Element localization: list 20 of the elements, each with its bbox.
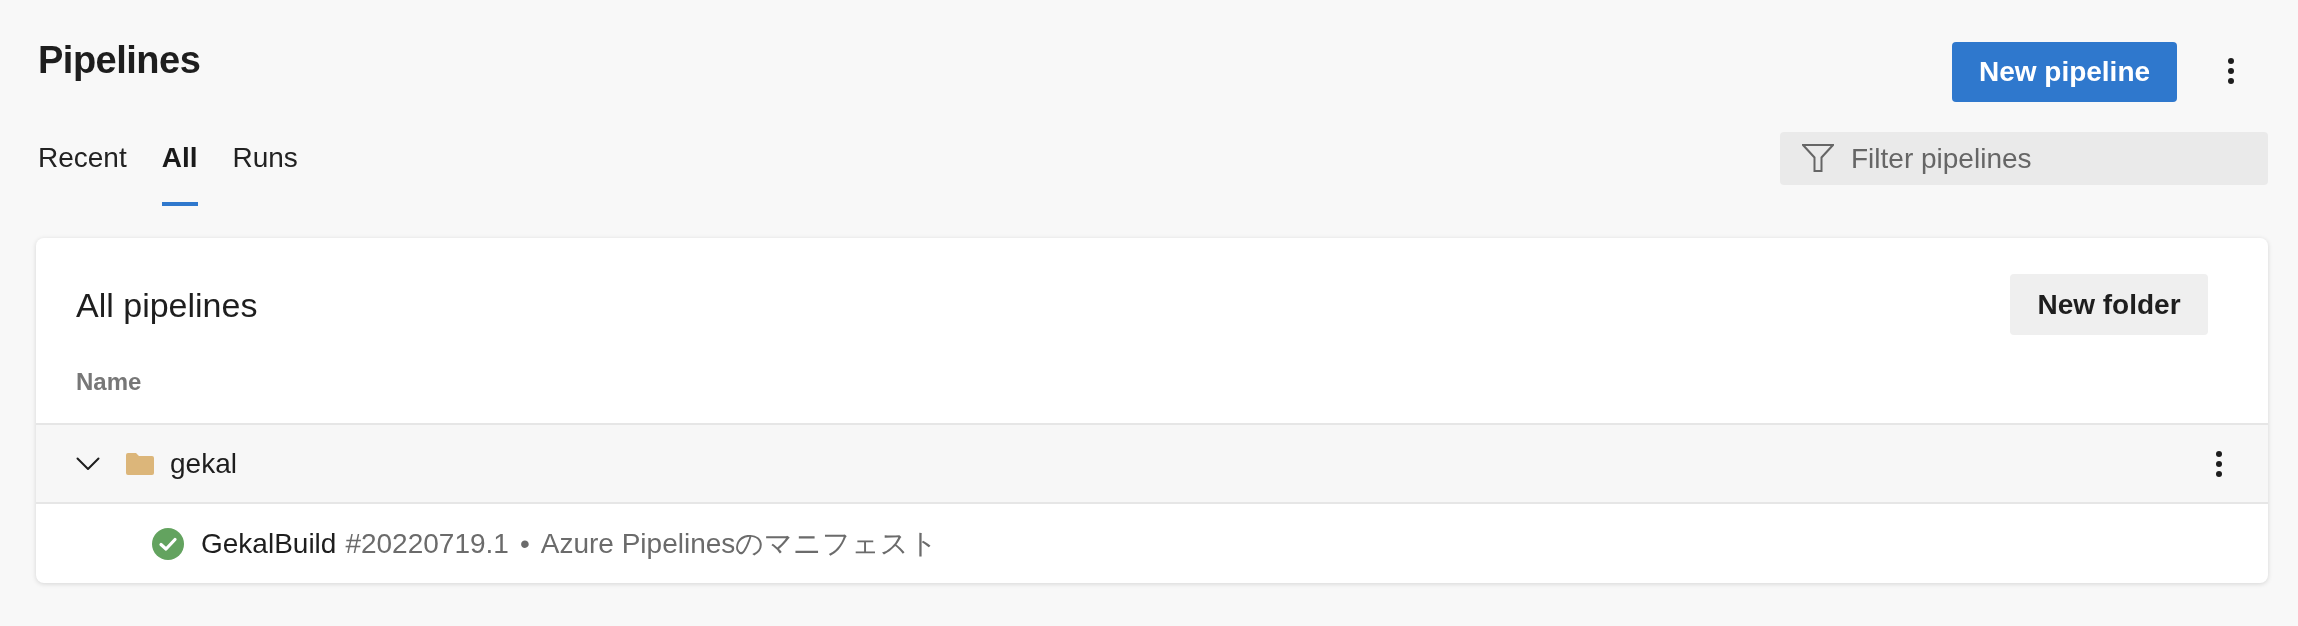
new-pipeline-button[interactable]: New pipeline (1952, 42, 2177, 102)
filter-icon (1802, 144, 1834, 172)
more-options-icon[interactable] (2216, 450, 2222, 477)
folder-row[interactable]: gekal (36, 423, 2268, 502)
new-folder-button[interactable]: New folder (2010, 274, 2208, 335)
page-title: Pipelines (37, 38, 201, 83)
pipeline-name[interactable]: GekalBuild (201, 525, 337, 562)
tab[interactable]: Recent (38, 132, 127, 206)
chevron-icon[interactable] (76, 456, 100, 471)
tab[interactable]: Runs (232, 132, 298, 206)
folder-name[interactable]: gekal (170, 445, 237, 482)
run-description: Azure Pipelinesのマニフェスト (540, 526, 939, 561)
run-number: #20220719.1 (345, 526, 509, 561)
filter-field[interactable]: Filter pipelines (1780, 132, 2268, 185)
column-header: Name (76, 367, 142, 397)
more-options-icon[interactable] (2228, 58, 2234, 84)
bullet-separator: • (519, 526, 530, 561)
tab[interactable]: All (161, 132, 198, 206)
card-title: All pipelines (76, 284, 258, 326)
folder-icon (126, 452, 154, 475)
